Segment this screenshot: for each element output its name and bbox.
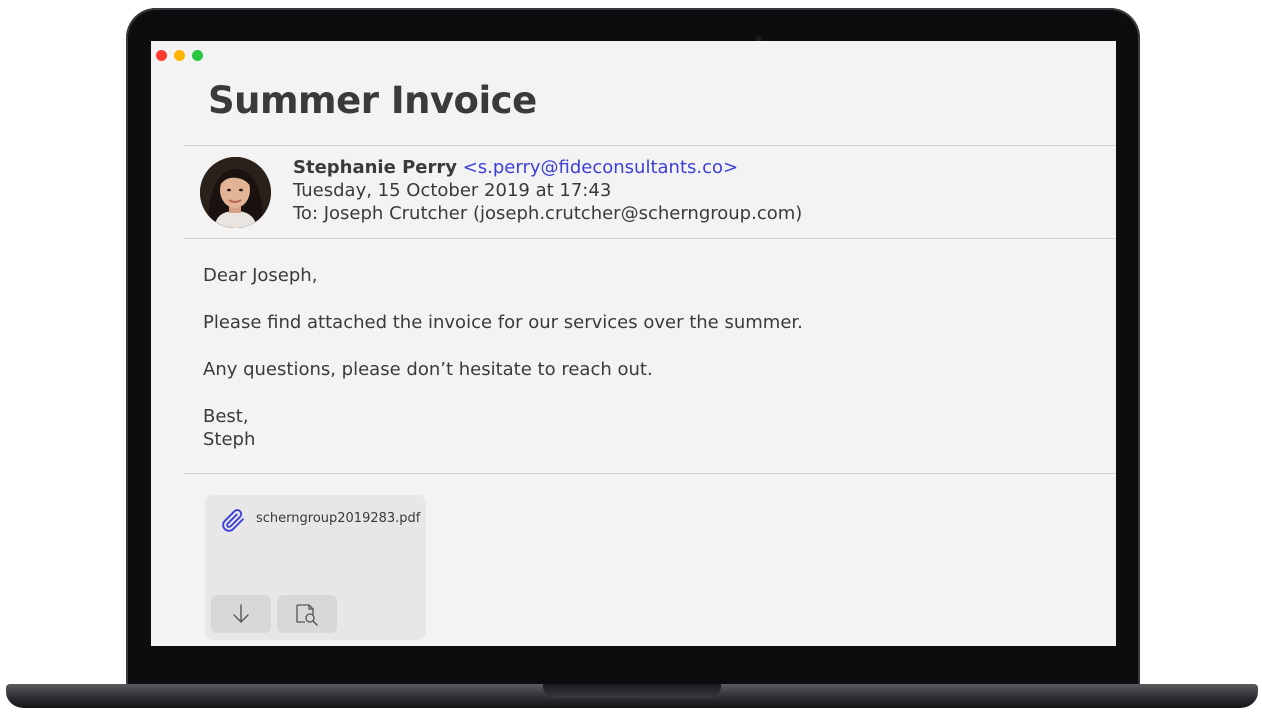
sender-email-link[interactable]: <s.perry@fideconsultants.co>	[463, 157, 738, 178]
mail-window: Summer Invoice Stephanie Perry <s.perry@…	[151, 41, 1116, 646]
sender-line: Stephanie Perry <s.perry@fideconsultants…	[293, 156, 802, 179]
greeting: Dear Joseph,	[203, 265, 318, 286]
quick-look-icon	[296, 604, 318, 626]
message-body: Dear Joseph, Please find attached the in…	[203, 264, 803, 451]
divider	[184, 145, 1116, 146]
body-line: Please find attached the invoice for our…	[203, 312, 803, 333]
sender-name: Stephanie Perry	[293, 157, 457, 178]
message-header: Stephanie Perry <s.perry@fideconsultants…	[293, 156, 802, 225]
window-controls	[156, 50, 203, 61]
sender-avatar	[200, 157, 271, 228]
attachment-file-name: scherngroup2019283.pdf	[256, 511, 421, 526]
divider	[184, 238, 1116, 239]
sent-date: Tuesday, 15 October 2019 at 17:43	[293, 180, 612, 201]
paperclip-icon	[222, 509, 244, 532]
attachment-card[interactable]: scherngroup2019283.pdf	[205, 495, 426, 640]
signature: Steph	[203, 429, 256, 450]
avatar-image	[200, 157, 271, 228]
minimize-window-button[interactable]	[174, 50, 185, 61]
sign-off: Best,	[203, 406, 249, 427]
maximize-window-button[interactable]	[192, 50, 203, 61]
recipient-line: To: Joseph Crutcher (joseph.crutcher@sch…	[293, 203, 803, 224]
divider	[184, 473, 1116, 474]
download-attachment-button[interactable]	[211, 595, 271, 633]
email-subject: Summer Invoice	[208, 79, 537, 122]
body-line: Any questions, please don’t hesitate to …	[203, 359, 653, 380]
laptop-notch	[543, 684, 721, 698]
close-window-button[interactable]	[156, 50, 167, 61]
download-arrow-icon	[233, 604, 249, 623]
preview-attachment-button[interactable]	[277, 595, 337, 633]
